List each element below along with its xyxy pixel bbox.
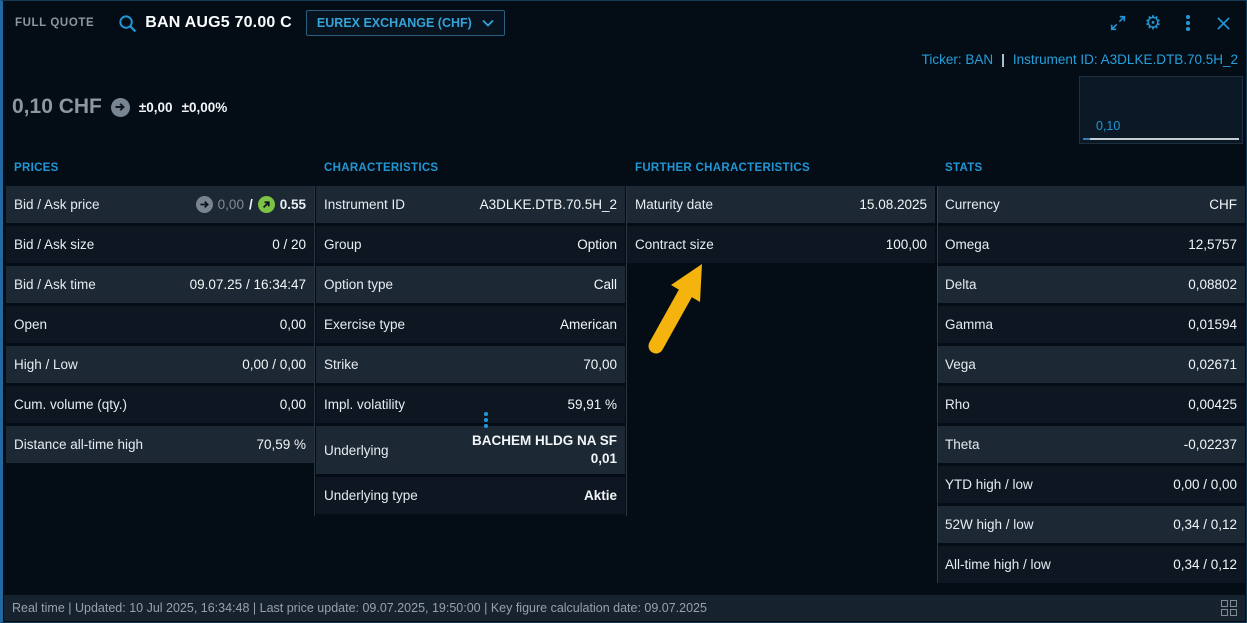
exchange-selector-dropdown[interactable]: EUREX EXCHANGE (CHF) — [306, 10, 505, 36]
exchange-selector-label: EUREX EXCHANGE (CHF) — [317, 16, 472, 30]
search-icon[interactable] — [116, 12, 138, 34]
row-contract-size: Contract size 100,00 — [627, 226, 935, 263]
section-further-characteristics: FURTHER CHARACTERISTICS Maturity date 15… — [627, 153, 935, 586]
mini-chart-flat-line — [1083, 138, 1239, 140]
last-price: 0,10 CHF — [12, 95, 102, 119]
ticker-link[interactable]: Ticker: BAN — [922, 52, 994, 67]
row-underlying: Underlying BACHEM HLDG NA SF 0,01 — [316, 426, 625, 474]
section-title: PRICES — [6, 153, 314, 186]
column-divider — [626, 186, 627, 516]
status-bar: Real time | Updated: 10 Jul 2025, 16:34:… — [4, 595, 1245, 621]
row-group: Group Option — [316, 226, 625, 263]
row-gamma: Gamma 0,01594 — [937, 306, 1245, 343]
full-quote-window: FULL QUOTE BAN AUG5 70.00 C EUREX EXCHAN… — [0, 0, 1247, 623]
row-exercise-type: Exercise type American — [316, 306, 625, 343]
mini-chart-line-tip — [1083, 138, 1090, 140]
instrument-search[interactable]: BAN AUG5 70.00 C — [116, 12, 292, 34]
kebab-menu-icon[interactable] — [1177, 12, 1199, 34]
section-title: CHARACTERISTICS — [316, 153, 625, 186]
title-bar: FULL QUOTE BAN AUG5 70.00 C EUREX EXCHAN… — [3, 1, 1246, 45]
change-percent: ±0,00% — [182, 100, 228, 115]
window-controls: ⚙ — [1107, 12, 1234, 34]
instrument-meta: Ticker: BAN | Instrument ID: A3DLKE.DTB.… — [922, 52, 1238, 67]
bid-price: 0,00 — [218, 197, 244, 212]
last-price-row: 0,10 CHF ±0,00 ±0,00% — [12, 95, 227, 119]
row-cum-volume: Cum. volume (qty.) 0,00 — [6, 386, 314, 423]
meta-separator: | — [1001, 52, 1005, 67]
row-delta: Delta 0,08802 — [937, 266, 1245, 303]
status-text: Real time | Updated: 10 Jul 2025, 16:34:… — [12, 601, 707, 615]
loading-dots-indicator[interactable] — [484, 412, 488, 428]
gear-icon[interactable]: ⚙ — [1142, 12, 1164, 34]
row-strike: Strike 70,00 — [316, 346, 625, 383]
row-open: Open 0,00 — [6, 306, 314, 343]
row-currency: Currency CHF — [937, 186, 1245, 223]
widget-label: FULL QUOTE — [15, 17, 94, 29]
row-52w-high-low: 52W high / low 0,34 / 0,12 — [937, 506, 1245, 543]
expand-icon[interactable] — [1107, 12, 1129, 34]
instrument-id-link[interactable]: Instrument ID: A3DLKE.DTB.70.5H_2 — [1013, 52, 1238, 67]
mini-chart-price-label: 0,10 — [1096, 119, 1120, 133]
close-icon[interactable] — [1212, 12, 1234, 34]
bid-ask-price-value: 0,00 / 0.55 — [196, 196, 306, 213]
section-title: FURTHER CHARACTERISTICS — [627, 153, 935, 186]
row-ytd-high-low: YTD high / low 0,00 / 0,00 — [937, 466, 1245, 503]
instrument-title: BAN AUG5 70.00 C — [145, 14, 292, 32]
section-characteristics: CHARACTERISTICS Instrument ID A3DLKE.DTB… — [316, 153, 625, 586]
row-alltime-high-low: All-time high / low 0,34 / 0,12 — [937, 546, 1245, 583]
row-vega: Vega 0,02671 — [937, 346, 1245, 383]
row-bid-ask-time: Bid / Ask time 09.07.25 / 16:34:47 — [6, 266, 314, 303]
ask-price: 0.55 — [280, 197, 306, 212]
trend-flat-icon — [111, 98, 130, 117]
underlying-value: BACHEM HLDG NA SF 0,01 — [472, 432, 617, 467]
trend-up-icon — [258, 196, 275, 213]
row-distance-ath: Distance all-time high 70,59 % — [6, 426, 314, 463]
row-option-type: Option type Call — [316, 266, 625, 303]
row-rho: Rho 0,00425 — [937, 386, 1245, 423]
grid-layout-icon[interactable] — [1221, 600, 1238, 617]
section-title: STATS — [937, 153, 1245, 186]
row-high-low: High / Low 0,00 / 0,00 — [6, 346, 314, 383]
row-maturity-date: Maturity date 15.08.2025 — [627, 186, 935, 223]
row-impl-volatility: Impl. volatility 59,91 % — [316, 386, 625, 423]
section-prices: PRICES Bid / Ask price 0,00 / 0.55 Bid /… — [6, 153, 314, 586]
row-omega: Omega 12,5757 — [937, 226, 1245, 263]
chevron-down-icon — [482, 16, 494, 30]
row-theta: Theta -0,02237 — [937, 426, 1245, 463]
section-stats: STATS Currency CHF Omega 12,5757 Delta 0… — [937, 153, 1245, 586]
row-bid-ask-size: Bid / Ask size 0 / 20 — [6, 226, 314, 263]
mini-chart[interactable]: 0,10 — [1079, 76, 1243, 144]
row-underlying-type: Underlying type Aktie — [316, 477, 625, 514]
trend-flat-icon — [196, 196, 213, 213]
column-divider — [937, 186, 938, 583]
row-instrument-id: Instrument ID A3DLKE.DTB.70.5H_2 — [316, 186, 625, 223]
row-bid-ask-price: Bid / Ask price 0,00 / 0.55 — [6, 186, 314, 223]
column-divider — [314, 186, 315, 516]
change-absolute: ±0,00 — [139, 100, 173, 115]
